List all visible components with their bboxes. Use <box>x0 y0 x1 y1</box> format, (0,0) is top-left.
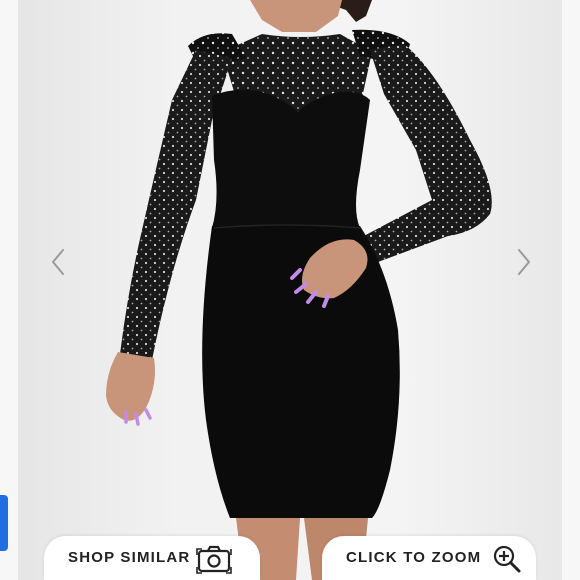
chevron-left-icon <box>52 249 64 275</box>
next-image-button[interactable] <box>510 246 538 278</box>
product-photo[interactable] <box>0 0 580 580</box>
click-to-zoom-label: CLICK TO ZOOM <box>346 549 482 566</box>
neck-skin <box>250 0 342 32</box>
shop-similar-button[interactable]: SHOP SIMILAR <box>44 536 260 580</box>
right-sleeve <box>360 44 492 262</box>
zoom-in-icon <box>493 545 521 573</box>
previous-image-button[interactable] <box>44 246 72 278</box>
chevron-right-icon <box>518 249 530 275</box>
product-image-viewer: SHOP SIMILAR CLICK TO ZOOM <box>0 0 580 580</box>
camera-icon <box>196 545 232 574</box>
click-to-zoom-button[interactable]: CLICK TO ZOOM <box>322 536 536 580</box>
shop-similar-label: SHOP SIMILAR <box>68 549 191 566</box>
dress-bodice <box>212 89 370 228</box>
